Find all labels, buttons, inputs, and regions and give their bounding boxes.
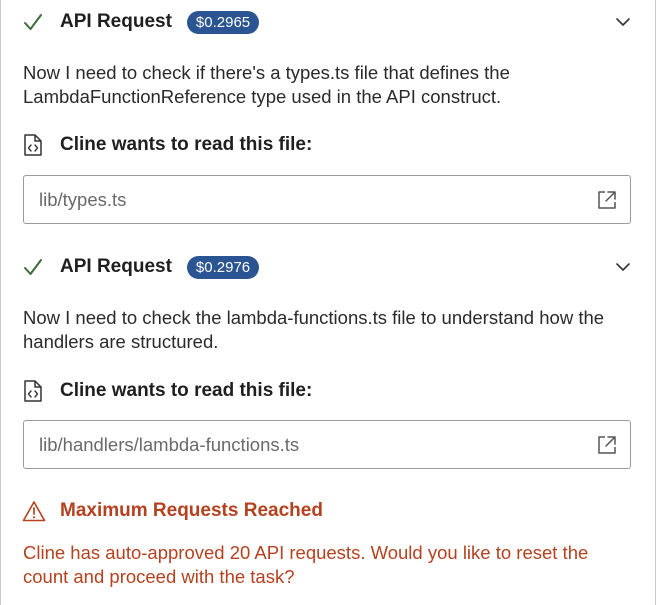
- max-requests-warning-header: Maximum Requests Reached: [22, 497, 323, 525]
- file-code-icon: [24, 380, 42, 402]
- file-code-icon: [24, 134, 42, 156]
- request-description: Now I need to check the lambda-functions…: [23, 307, 605, 352]
- file-path[interactable]: lib/types.ts: [39, 189, 126, 211]
- api-request-header[interactable]: API Request $0.2976: [22, 252, 632, 282]
- panel-border-right: [655, 0, 656, 605]
- cost-badge: $0.2976: [186, 255, 260, 279]
- read-file-label: Cline wants to read this file:: [60, 380, 313, 401]
- check-icon: [24, 259, 42, 275]
- warning-title: Maximum Requests Reached: [60, 500, 323, 521]
- api-request-title: API Request: [60, 256, 172, 277]
- chevron-down-icon[interactable]: [614, 258, 632, 276]
- read-file-header: Cline wants to read this file:: [22, 130, 312, 160]
- read-file-header: Cline wants to read this file:: [22, 376, 312, 406]
- api-request-title: API Request: [60, 11, 172, 32]
- warning-message: Cline has auto-approved 20 API requests.…: [23, 542, 589, 587]
- file-path[interactable]: lib/handlers/lambda-functions.ts: [39, 434, 299, 456]
- chevron-down-icon[interactable]: [614, 13, 632, 31]
- external-link-icon[interactable]: [596, 189, 618, 211]
- warning-icon: [22, 501, 46, 522]
- file-path-box[interactable]: lib/types.ts: [23, 175, 631, 224]
- read-file-label: Cline wants to read this file:: [60, 134, 313, 155]
- request-description: Now I need to check if there's a types.t…: [23, 62, 510, 107]
- check-icon: [24, 14, 42, 30]
- panel-border-left: [0, 0, 1, 605]
- external-link-icon[interactable]: [596, 434, 618, 456]
- file-path-box[interactable]: lib/handlers/lambda-functions.ts: [23, 420, 631, 469]
- cost-badge: $0.2965: [186, 10, 260, 34]
- api-request-header[interactable]: API Request $0.2965: [22, 7, 632, 37]
